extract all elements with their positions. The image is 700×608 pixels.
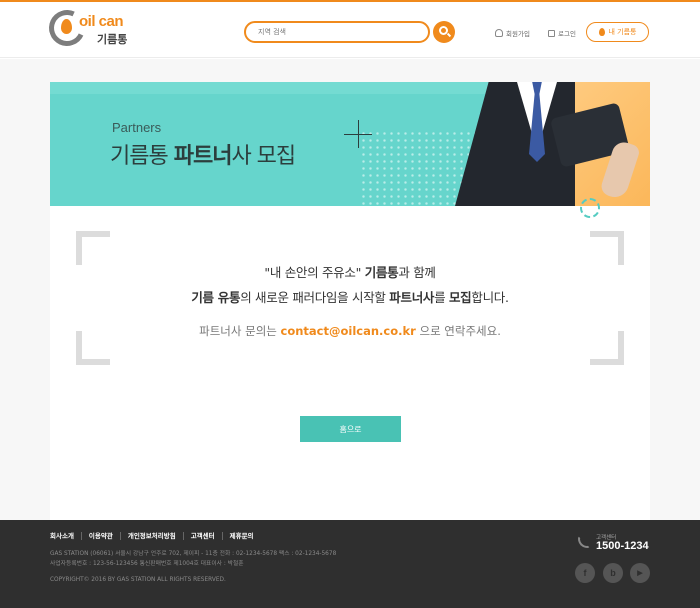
my-oilcan-button[interactable]: 내 기름통	[586, 22, 649, 42]
join-label: 회원가입	[506, 30, 530, 38]
oil-drop-small-icon	[598, 28, 605, 36]
footer-link-terms[interactable]: 이용약관	[80, 532, 120, 540]
footer-link-company[interactable]: 회사소개	[50, 532, 81, 540]
lock-icon	[548, 29, 555, 37]
banner-title: 기름통 파트너사 모집	[110, 144, 296, 169]
search-input[interactable]	[258, 25, 418, 39]
intro-line-1: "내 손안의 주유소" 기름통과 함께	[264, 265, 436, 280]
contact-email-link[interactable]: contact@oilcan.co.kr	[281, 324, 416, 338]
search-box	[244, 21, 430, 43]
footer-link-support[interactable]: 고객센터	[182, 532, 222, 540]
intro-line-2: 기름 유통의 새로운 패러다임을 시작할 파트너사를 모집합니다.	[191, 290, 509, 305]
youtube-icon[interactable]: ▶	[630, 563, 650, 583]
footer-link-privacy[interactable]: 개인정보처리방침	[119, 532, 183, 540]
home-button[interactable]: 홈으로	[300, 416, 401, 442]
site-header: oil can 기름통 회원가입 로그인 내 기름통	[0, 2, 700, 58]
logo-text: oil can	[79, 13, 124, 30]
banner-en-title: Partners	[112, 120, 162, 135]
footer-nav: 회사소개 이용약관 개인정보처리방침 고객센터 제휴문의	[50, 532, 261, 540]
search-button[interactable]	[433, 21, 455, 43]
login-label: 로그인	[558, 30, 576, 38]
site-footer: 회사소개 이용약관 개인정보처리방침 고객센터 제휴문의 GAS STATION…	[0, 520, 700, 608]
logo-korean: 기름통	[97, 33, 128, 46]
footer-copyright: COPYRIGHT© 2016 BY GAS STATION ALL RIGHT…	[50, 577, 226, 583]
join-link[interactable]: 회원가입	[495, 28, 530, 38]
login-link[interactable]: 로그인	[548, 28, 576, 38]
businessman-image	[455, 82, 642, 206]
phone-icon	[578, 536, 590, 548]
oil-drop-icon	[61, 19, 72, 34]
facebook-icon[interactable]: f	[575, 563, 595, 583]
site-logo[interactable]: oil can 기름통	[43, 4, 129, 52]
customer-center-phone: 1500-1234	[596, 540, 649, 552]
partners-banner: Partners 기름통 파트너사 모집	[50, 82, 650, 206]
footer-business-info: 사업자등록번호 : 123-56-123456 통신판매번호 제1004호 대표…	[50, 561, 244, 567]
corner-bracket	[76, 231, 110, 265]
my-oilcan-label: 내 기름통	[608, 28, 637, 36]
dashed-circle-decoration	[580, 198, 600, 218]
footer-company-info: GAS STATION (06061) 서울시 강남구 언주로 702, 제이피…	[50, 551, 337, 557]
user-icon	[495, 29, 503, 37]
blog-icon[interactable]: b	[603, 563, 623, 583]
corner-bracket	[590, 231, 624, 265]
contact-line: 파트너사 문의는 contact@oilcan.co.kr 으로 연락주세요.	[199, 324, 501, 338]
footer-link-partnership[interactable]: 제휴문의	[221, 532, 261, 540]
